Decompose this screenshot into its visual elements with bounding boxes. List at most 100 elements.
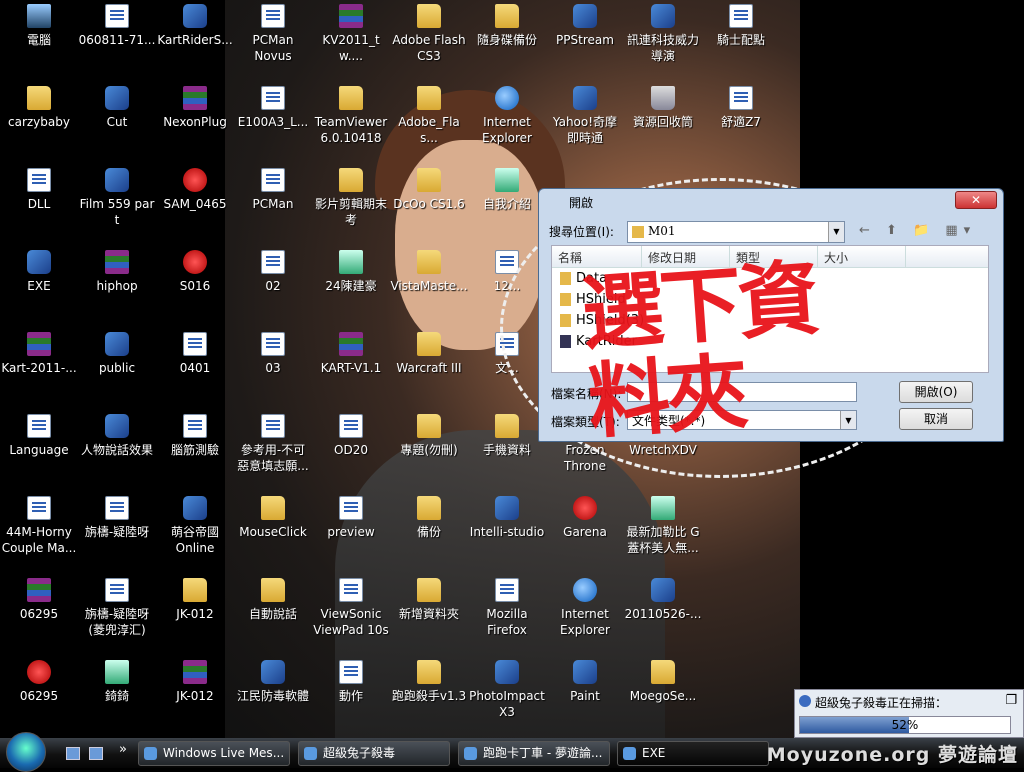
desktop-icon[interactable]: KartRiderS... [156, 4, 234, 48]
desktop-icon[interactable]: 腦筋測驗 [156, 414, 234, 458]
chevron-down-icon[interactable]: ▼ [840, 411, 856, 429]
column-type[interactable]: 類型 [730, 246, 818, 267]
desktop-icon[interactable]: 最新加勒比 G 蓋杯美人無... [624, 496, 702, 556]
desktop-icon[interactable]: 錡錡 [78, 660, 156, 704]
file-list[interactable]: 名稱 修改日期 類型 大小 Data HShield HShield(3) Ka… [551, 245, 989, 373]
file-item[interactable]: HShield [552, 289, 988, 310]
close-button[interactable]: ✕ [955, 191, 997, 209]
column-modified[interactable]: 修改日期 [642, 246, 730, 267]
desktop-icon[interactable]: Internet Explorer [468, 86, 546, 146]
desktop-icon[interactable]: Cut [78, 86, 156, 130]
cancel-button[interactable]: 取消 [899, 408, 973, 430]
desktop-icon[interactable]: E100A3_L... [234, 86, 312, 130]
desktop-icon[interactable]: PPStream [546, 4, 624, 48]
desktop-icon[interactable]: Paint [546, 660, 624, 704]
desktop-icon[interactable]: DcOo CS1.6 [390, 168, 468, 212]
desktop-icon[interactable]: 萌谷帝國 Online [156, 496, 234, 556]
desktop-icon[interactable]: 06295 [0, 660, 78, 704]
desktop-icon[interactable]: 江民防毒軟體 [234, 660, 312, 704]
quicklaunch-chevron[interactable]: » [119, 742, 127, 757]
dialog-toolbar[interactable]: ← ⬆ 📁 ▦▾ [859, 223, 976, 238]
desktop-icon[interactable]: VistaMaste... [390, 250, 468, 294]
desktop-icon[interactable]: 0401 [156, 332, 234, 376]
desktop-icon[interactable]: 參考用-不可 惡意填志願... [234, 414, 312, 474]
desktop-icon[interactable]: 06295 [0, 578, 78, 622]
desktop-icon[interactable]: NexonPlug [156, 86, 234, 130]
desktop-icon[interactable]: 060811-71... [78, 4, 156, 48]
desktop-icon[interactable]: 文... [468, 332, 546, 376]
desktop-icon[interactable]: Internet Explorer [546, 578, 624, 638]
taskbar-button-antivirus[interactable]: 超級兔子殺毒 [298, 741, 450, 766]
desktop-icon[interactable]: public [78, 332, 156, 376]
look-in-select[interactable]: M01 ▼ [627, 221, 845, 243]
chevron-down-icon[interactable]: ▼ [828, 222, 844, 242]
file-item[interactable]: Data [552, 268, 988, 289]
start-button[interactable] [6, 732, 46, 772]
desktop-icon[interactable]: 騎士配點 [702, 4, 780, 48]
desktop-icon[interactable]: 影片剪輯期末 考 [312, 168, 390, 228]
open-button[interactable]: 開啟(O) [899, 381, 973, 403]
desktop-icon[interactable]: Adobe Flash CS3 [390, 4, 468, 64]
desktop-icon[interactable]: 手機資料 [468, 414, 546, 458]
desktop-icon[interactable]: 新增資料夾 [390, 578, 468, 622]
desktop-icon[interactable]: Intelli-studio [468, 496, 546, 540]
desktop-icon[interactable]: 訊連科技威力 導演 [624, 4, 702, 64]
desktop-icon[interactable]: 44M-Horny Couple Ma... [0, 496, 78, 556]
desktop-icon[interactable]: PCMan Novus [234, 4, 312, 64]
desktop-icon[interactable]: OD20 [312, 414, 390, 458]
desktop-icon[interactable]: MoegoSe... [624, 660, 702, 704]
desktop-icon[interactable]: Yahoo!奇摩 即時通 [546, 86, 624, 146]
desktop-icon[interactable]: preview [312, 496, 390, 540]
desktop-icon[interactable]: JK-012 [156, 578, 234, 622]
desktop-icon[interactable]: 備份 [390, 496, 468, 540]
desktop-icon[interactable]: SAM_0465 [156, 168, 234, 212]
desktop-icon[interactable]: PhotoImpact X3 [468, 660, 546, 720]
desktop-icon[interactable]: 舒適Z7 [702, 86, 780, 130]
file-item[interactable]: HShield(3) [552, 310, 988, 331]
desktop-icon[interactable]: Adobe_Flas... [390, 86, 468, 146]
desktop-icon[interactable]: 自動說話 [234, 578, 312, 622]
desktop-icon[interactable]: TeamViewer 6.0.10418 [312, 86, 390, 146]
desktop-icon[interactable]: 跑跑殺手v1.3 [390, 660, 468, 704]
restore-icon[interactable]: ❐ [1005, 693, 1017, 708]
desktop-icon[interactable]: PCMan [234, 168, 312, 212]
column-size[interactable]: 大小 [818, 246, 906, 267]
desktop-icon[interactable]: 02 [234, 250, 312, 294]
desktop-icon[interactable]: MouseClick [234, 496, 312, 540]
show-desktop-icon[interactable] [89, 747, 103, 760]
file-item[interactable]: KartRider [552, 331, 988, 352]
desktop-icon[interactable]: 12... [468, 250, 546, 294]
desktop-icon[interactable]: Warcraft III [390, 332, 468, 376]
taskbar-button-exe[interactable]: EXE [617, 741, 769, 766]
column-name[interactable]: 名稱 [552, 246, 642, 267]
desktop-icon[interactable]: 03 [234, 332, 312, 376]
desktop-icon[interactable]: 旃檮-疑陸呀 [78, 496, 156, 540]
desktop-icon[interactable]: ViewSonic ViewPad 10s [312, 578, 390, 638]
desktop-icon[interactable]: 動作 [312, 660, 390, 704]
filename-input[interactable] [627, 382, 857, 402]
desktop-icon[interactable]: JK-012 [156, 660, 234, 704]
desktop-icon[interactable]: Garena [546, 496, 624, 540]
desktop-icon[interactable]: 24陳建豪 [312, 250, 390, 294]
desktop-icon[interactable]: 隨身碟備份 [468, 4, 546, 48]
desktop-icon[interactable]: 資源回收筒 [624, 86, 702, 130]
desktop-icon[interactable]: 專題(勿刪) [390, 414, 468, 458]
desktop-icon[interactable]: Language [0, 414, 78, 458]
desktop-icon[interactable]: Kart-2011-... [0, 332, 78, 376]
taskbar-button-messenger[interactable]: Windows Live Mes... [138, 741, 290, 766]
desktop-icon[interactable]: 20110526-... [624, 578, 702, 622]
desktop-icon[interactable]: S016 [156, 250, 234, 294]
desktop-icon[interactable]: DLL [0, 168, 78, 212]
filetype-select[interactable]: 文件类型(*.*) ▼ [627, 410, 857, 430]
desktop-icon[interactable]: 人物說話效果 [78, 414, 156, 458]
desktop-icon[interactable]: Film 559 part [78, 168, 156, 228]
taskbar-button-browser[interactable]: 跑跑卡丁車 - 夢遊論... [458, 741, 610, 766]
desktop-icon[interactable]: KV2011_tw.... [312, 4, 390, 64]
desktop-icon[interactable]: carzybaby [0, 86, 78, 130]
desktop-icon[interactable]: 自我介紹 [468, 168, 546, 212]
desktop-icon[interactable]: 旃檮-疑陸呀 (菱兜淳汇) [78, 578, 156, 638]
switch-windows-icon[interactable] [66, 747, 80, 760]
desktop-icon[interactable]: KART-V1.1 [312, 332, 390, 376]
desktop-icon[interactable]: hiphop [78, 250, 156, 294]
desktop-icon[interactable]: 電腦 [0, 4, 78, 48]
